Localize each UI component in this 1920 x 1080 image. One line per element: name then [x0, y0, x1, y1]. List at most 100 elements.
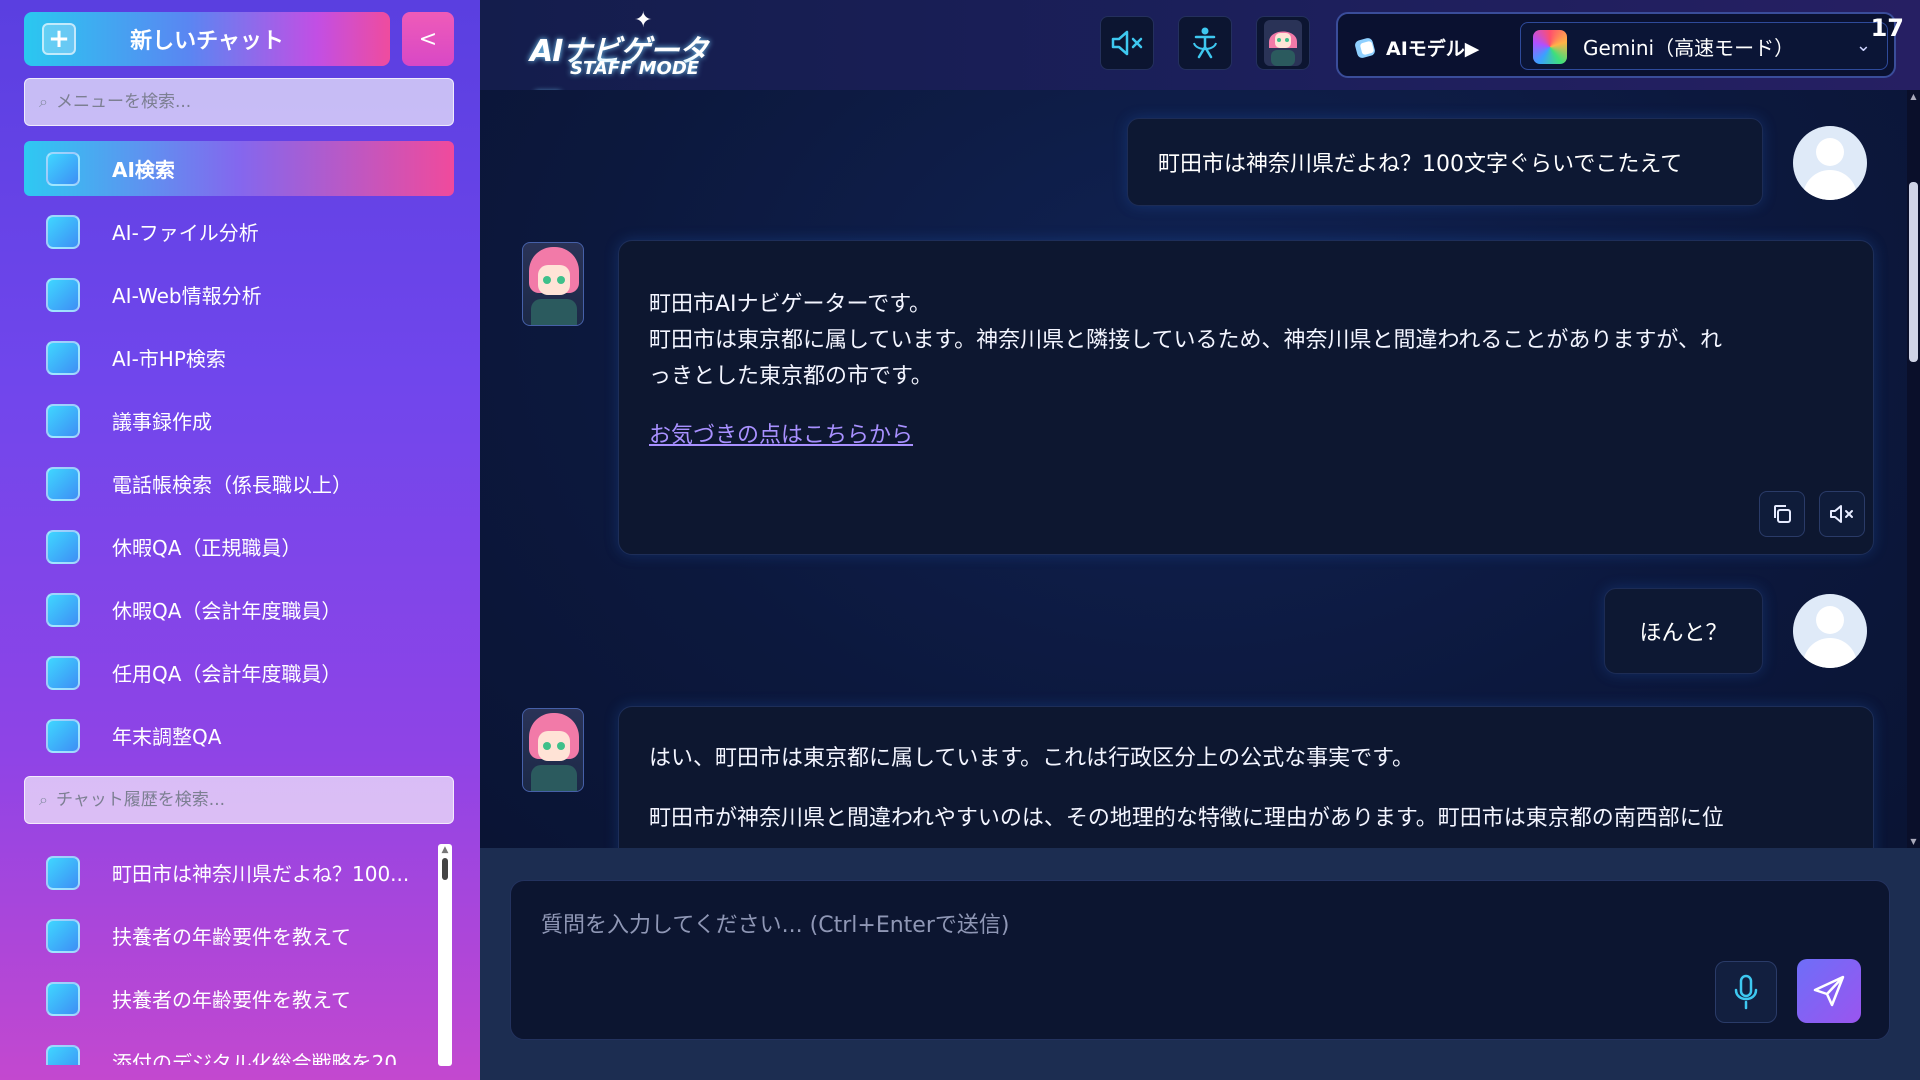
copy-button[interactable]: [1759, 491, 1805, 537]
bot-message: 町田市AIナビゲーターです。 町田市は東京都に属しています。神奈川県と隣接してい…: [618, 240, 1874, 555]
menu-item-ai-search[interactable]: AI検索: [24, 141, 454, 196]
send-button[interactable]: [1797, 959, 1861, 1023]
user-avatar: [1793, 126, 1867, 200]
microphone-icon: [1734, 974, 1758, 1010]
chat-icon: [46, 1044, 80, 1065]
bot-message-line: 町田市AIナビゲーターです。: [649, 292, 932, 317]
menu-item-leave-qa-regular[interactable]: 休暇QA（正規職員）: [24, 519, 454, 574]
history-item-label: 添付のデジタル化総合戦略を20...: [112, 1051, 417, 1065]
menu-item-minutes[interactable]: 議事録作成: [24, 393, 454, 448]
menu-list: AI検索 AI-ファイル分析 AI-Web情報分析 AI-市HP検索 議事録作成…: [24, 141, 454, 771]
history-item[interactable]: 扶養者の年齢要件を教えて: [24, 908, 444, 963]
character-avatar-icon: [1264, 20, 1302, 66]
scroll-down-icon[interactable]: ▼: [1907, 837, 1920, 846]
input-zone: [480, 848, 1920, 1080]
gemini-logo-icon: [1533, 30, 1567, 64]
history-scrollbar[interactable]: ▲: [438, 844, 452, 1066]
feedback-link[interactable]: お気づきの点はこちらから: [649, 417, 913, 449]
scroll-thumb[interactable]: [1909, 182, 1918, 362]
scroll-up-icon[interactable]: ▲: [1907, 92, 1920, 101]
menu-item-label: 休暇QA（正規職員）: [112, 536, 302, 560]
speak-mute-button[interactable]: [1819, 491, 1865, 537]
accessibility-button[interactable]: [1178, 16, 1232, 70]
sidebar: + 新しいチャット < ⌕ AI検索 AI-ファイル分析 AI-Web情報分析 …: [0, 0, 480, 1080]
model-chip-icon: [1355, 37, 1375, 58]
menu-icon: [46, 214, 80, 249]
chat-icon: [46, 918, 80, 953]
bot-avatar: [522, 708, 584, 792]
mute-icon: [1111, 30, 1143, 56]
menu-search-input[interactable]: [55, 92, 426, 112]
voice-input-button[interactable]: [1715, 961, 1777, 1023]
menu-item-label: 議事録作成: [112, 410, 212, 434]
copy-icon: [1774, 505, 1791, 523]
history-item[interactable]: 町田市は神奈川県だよね？100...: [24, 845, 444, 900]
menu-item-label: AI検索: [112, 158, 175, 182]
history-item-label: 扶養者の年齢要件を教えて: [112, 925, 351, 949]
search-icon: ⌕: [39, 790, 48, 809]
bot-message-line: 町田市が神奈川県と間違われやすいのは、その地理的な特徴に理由があります。町田市は…: [649, 806, 1724, 831]
menu-icon: [46, 655, 80, 690]
menu-icon: [46, 340, 80, 375]
message-input[interactable]: [541, 907, 1691, 967]
menu-item-label: 任用QA（会計年度職員）: [112, 662, 342, 686]
scroll-thumb[interactable]: [442, 858, 448, 880]
menu-icon: [46, 277, 80, 312]
message-input-box: [510, 880, 1890, 1040]
user-avatar: [1793, 594, 1867, 668]
character-button[interactable]: [1256, 16, 1310, 70]
user-message-text: 町田市は神奈川県だよね？100文字ぐらいでこたえて: [1158, 152, 1683, 177]
history-item[interactable]: 扶養者の年齢要件を教えて: [24, 971, 444, 1026]
menu-item-phonebook[interactable]: 電話帳検索（係長職以上）: [24, 456, 454, 511]
menu-item-label: AI-市HP検索: [112, 347, 226, 371]
mute-icon: [1830, 505, 1853, 523]
menu-item-label: 年末調整QA: [112, 725, 222, 749]
chat-icon: [46, 981, 80, 1016]
menu-item-year-end-qa[interactable]: 年末調整QA: [24, 708, 454, 763]
scroll-up-icon[interactable]: ▲: [438, 844, 452, 856]
ai-model-panel: AIモデル▶ Gemini（高速モード） ⌄: [1336, 12, 1896, 78]
bot-message: はい、町田市は東京都に属しています。これは行政区分上の公式な事実です。 町田市が…: [618, 706, 1874, 848]
menu-item-leave-qa-fiscal[interactable]: 休暇QA（会計年度職員）: [24, 582, 454, 637]
menu-icon: [46, 466, 80, 501]
menu-item-ai-file-analysis[interactable]: AI-ファイル分析: [24, 204, 454, 259]
history-search: ⌕: [24, 776, 454, 824]
history-search-input[interactable]: [55, 790, 426, 810]
model-selected-label: Gemini（高速モード）: [1583, 35, 1795, 60]
chat-area: 町田市は神奈川県だよね？100文字ぐらいでこたえて 町田市AIナビゲーターです。…: [480, 90, 1907, 848]
history-item[interactable]: 添付のデジタル化総合戦略を20...: [24, 1034, 444, 1065]
chat-history-list: 町田市は神奈川県だよね？100... 扶養者の年齢要件を教えて 扶養者の年齢要件…: [24, 845, 444, 1065]
menu-icon: [46, 592, 80, 627]
history-item-label: 町田市は神奈川県だよね？100...: [112, 862, 410, 886]
chat-scrollbar[interactable]: ▲ ▼: [1907, 90, 1920, 848]
new-chat-button[interactable]: + 新しいチャット: [24, 12, 390, 66]
menu-icon: [46, 151, 80, 186]
bot-message-line: っきとした東京都の市です。: [649, 364, 933, 389]
menu-item-label: 休暇QA（会計年度職員）: [112, 599, 342, 623]
collapse-sidebar-button[interactable]: <: [402, 12, 454, 66]
model-select[interactable]: Gemini（高速モード） ⌄: [1520, 22, 1888, 70]
mute-button[interactable]: [1100, 16, 1154, 70]
history-item-label: 扶養者の年齢要件を教えて: [112, 988, 351, 1012]
menu-icon: [46, 403, 80, 438]
chat-icon: [46, 855, 80, 890]
menu-icon: [46, 718, 80, 753]
menu-search: ⌕: [24, 78, 454, 126]
search-icon: ⌕: [39, 92, 48, 111]
bot-avatar: [522, 242, 584, 326]
menu-item-ai-web-analysis[interactable]: AI-Web情報分析: [24, 267, 454, 322]
ai-model-label: AIモデル▶: [1354, 34, 1479, 61]
chevron-down-icon: ⌄: [1855, 35, 1871, 56]
usage-counter: 17: [1870, 14, 1904, 42]
menu-item-label: AI-Web情報分析: [112, 284, 262, 308]
user-message-text: ほんと？: [1639, 621, 1728, 646]
header: ✦ AIナビゲーター STAFF MODE A: [480, 0, 1920, 113]
menu-item-ai-city-hp-search[interactable]: AI-市HP検索: [24, 330, 454, 385]
menu-icon: [46, 529, 80, 564]
send-icon: [1813, 975, 1845, 1007]
user-message: ほんと？: [1604, 588, 1763, 674]
new-chat-label: 新しいチャット: [130, 29, 284, 54]
menu-item-appointment-qa[interactable]: 任用QA（会計年度職員）: [24, 645, 454, 700]
logo-mode: STAFF MODE: [570, 58, 700, 79]
plus-icon: +: [42, 23, 76, 55]
